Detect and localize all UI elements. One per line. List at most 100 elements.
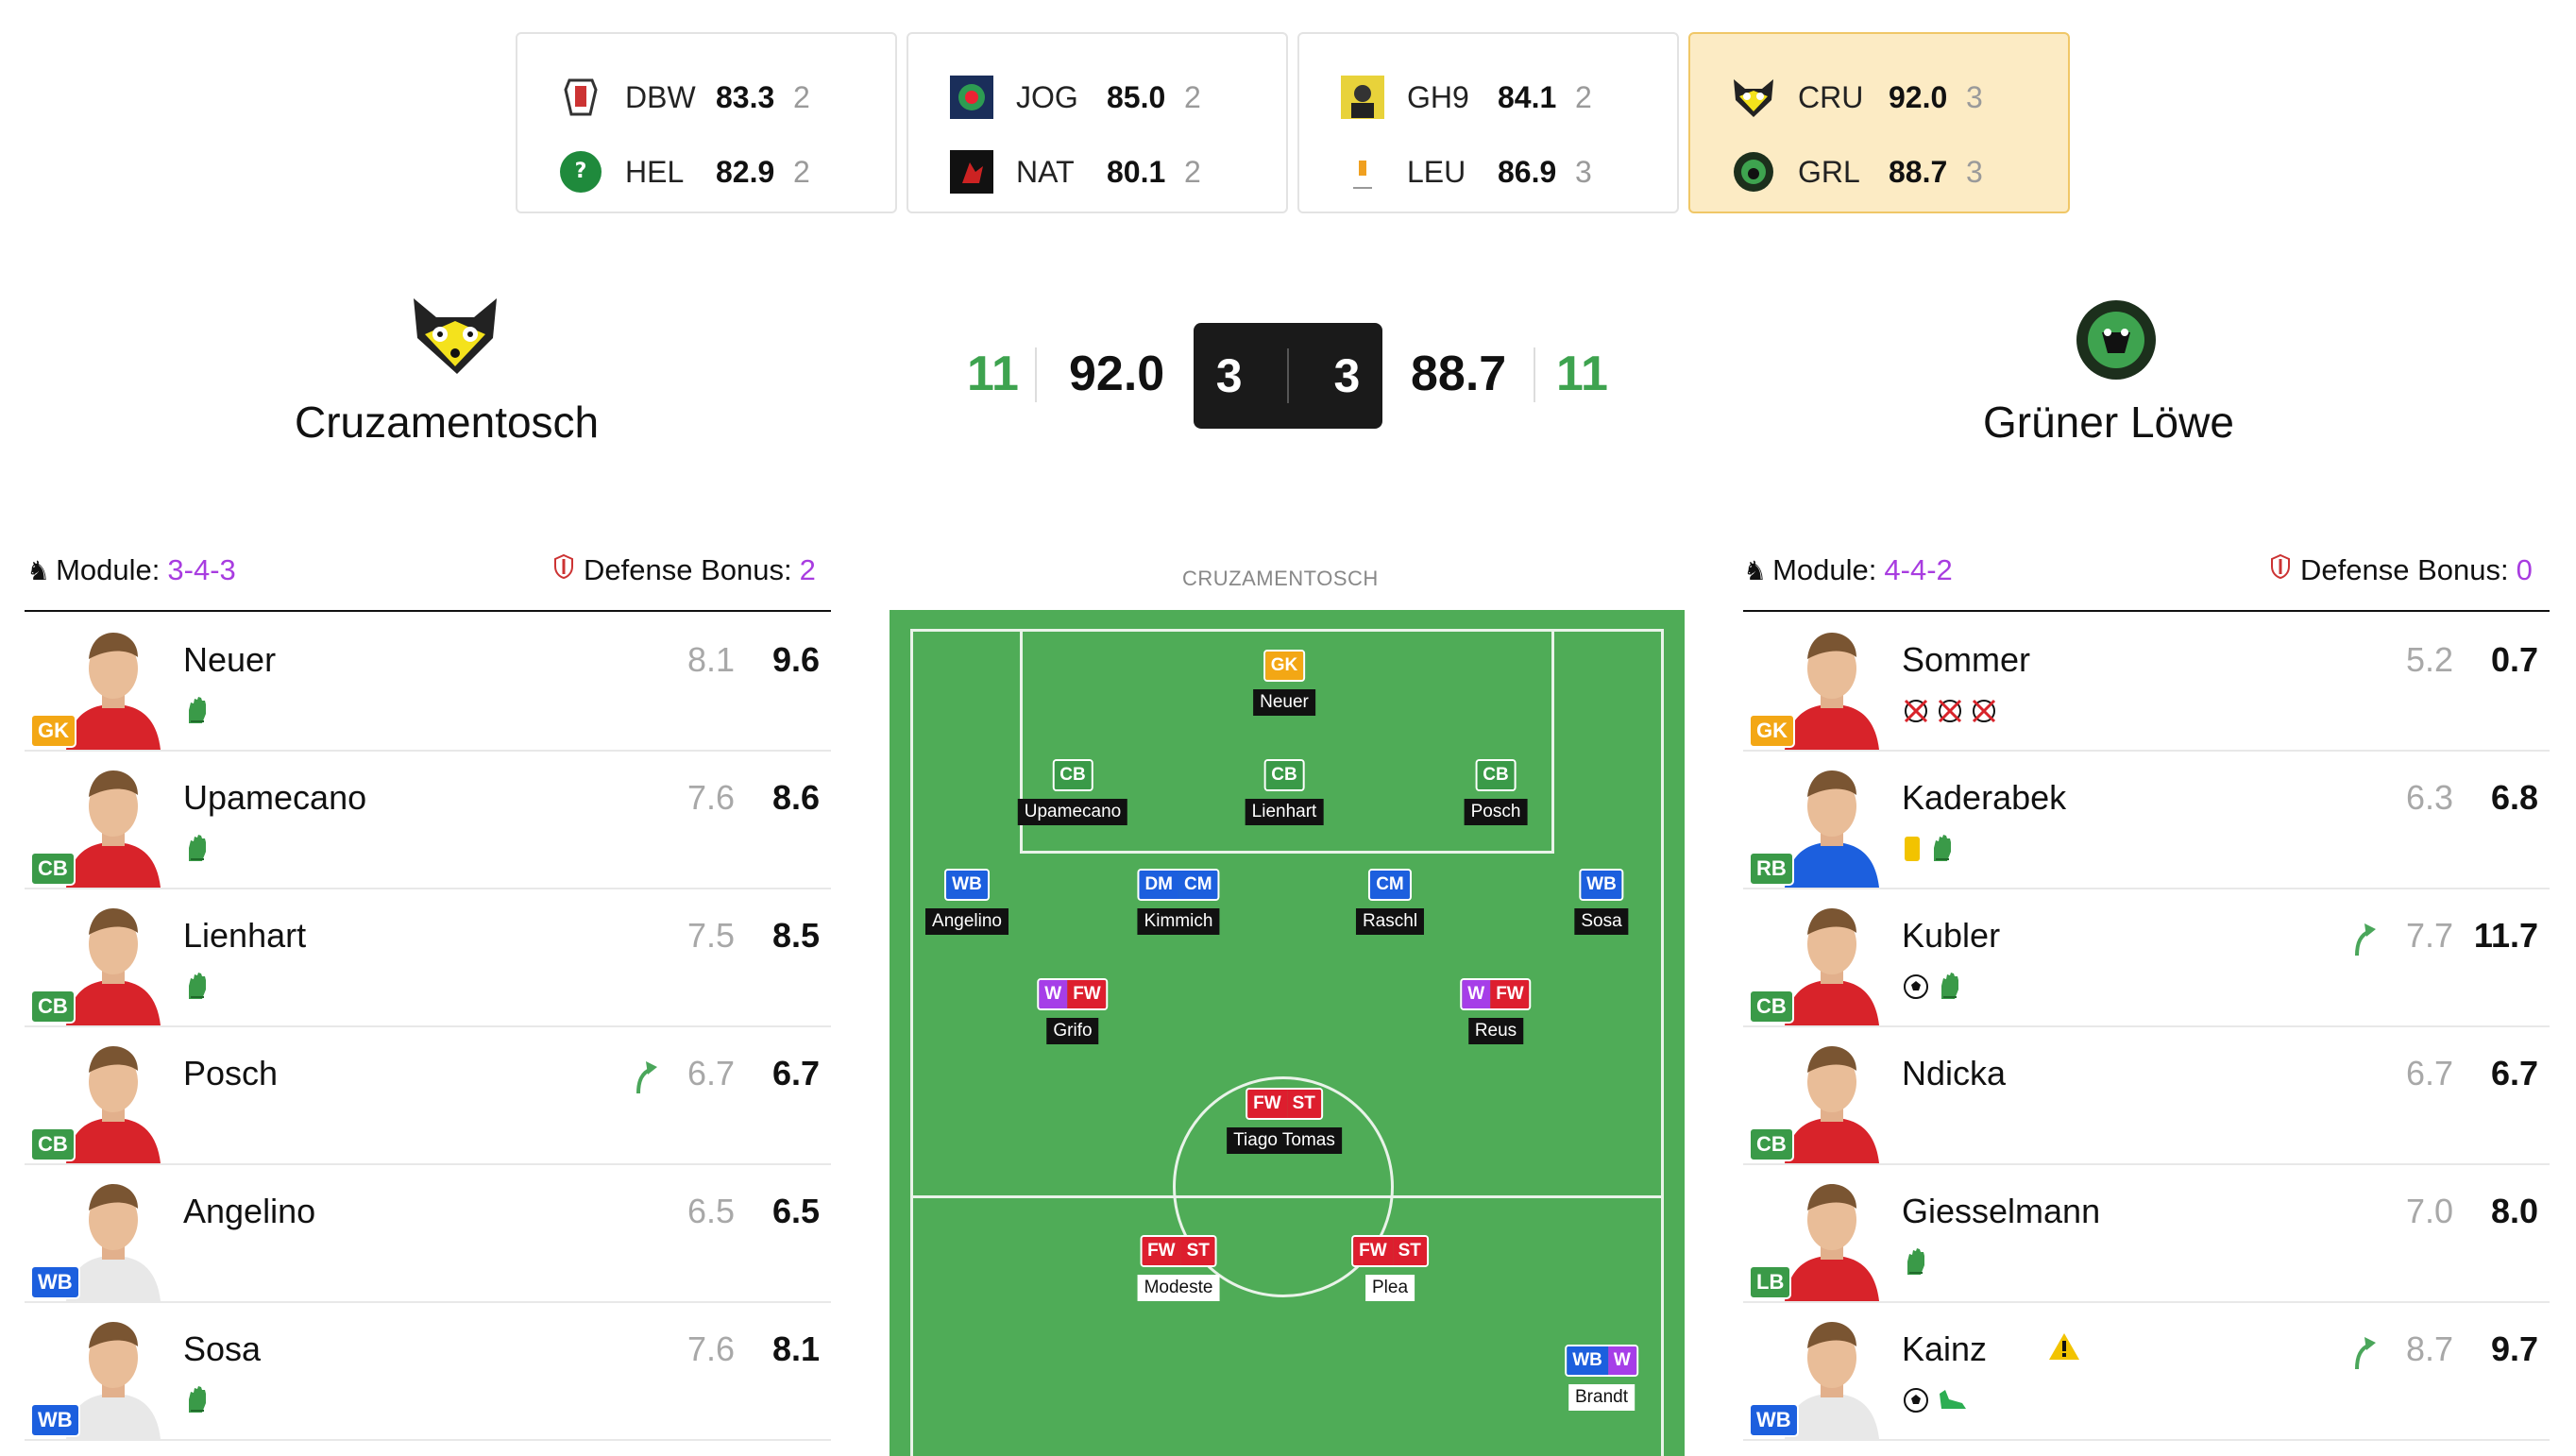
chess-knight-icon: ♞ — [26, 555, 51, 585]
role-tag: FW — [1247, 1090, 1287, 1118]
pitch-player-token[interactable]: WB Sosa — [1574, 869, 1629, 935]
role-tag: FW — [1142, 1237, 1181, 1265]
pitch-player-token[interactable]: GK Neuer — [1253, 650, 1315, 716]
player-vote: 7.7 — [2405, 916, 2453, 955]
pitch-player-token[interactable]: WB Angelino — [925, 869, 1008, 935]
pitch-player-token[interactable]: WB W Brandt — [1565, 1345, 1638, 1411]
role-badge: GK — [30, 714, 76, 748]
player-name: Angelino — [183, 1192, 316, 1230]
player-row[interactable]: CB Lienhart 7.5 8.5 — [25, 889, 831, 1027]
match-card-3-active[interactable]: CRU 92.0 3 GRL 88.7 3 — [1688, 32, 2070, 213]
home-players-count: 11 — [967, 347, 1019, 401]
pitch-player-token[interactable]: FW ST Plea — [1351, 1235, 1429, 1301]
divider — [25, 610, 831, 612]
role-tag: CB — [1265, 761, 1303, 789]
goal-conceded-icon — [1936, 697, 1964, 730]
match-card-2[interactable]: GH9 84.1 2 LEU 86.9 3 — [1297, 32, 1679, 213]
ball-icon — [1902, 973, 1930, 1006]
team-score: 83.3 — [716, 79, 775, 114]
team-score: 80.1 — [1107, 154, 1166, 189]
home-total-score: 92.0 — [1069, 347, 1165, 401]
role-tags: CB — [1263, 759, 1305, 791]
team-score: 82.9 — [716, 154, 775, 189]
away-team-name: Grüner Löwe — [1983, 398, 2234, 447]
player-name: Kubler — [1902, 916, 2001, 955]
player-final-score: 8.0 — [2490, 1192, 2538, 1230]
pitch-player-token[interactable]: CB Upamecano — [1017, 759, 1128, 825]
player-final-score: 8.1 — [771, 1329, 820, 1368]
player-row[interactable]: GK Sommer 5.2 0.7 — [1743, 614, 2550, 752]
pitch-player-token[interactable]: W FW Reus — [1460, 978, 1532, 1044]
team-abbr: NAT — [1016, 154, 1075, 189]
role-tags: GK — [1263, 650, 1306, 682]
role-tag: W — [1462, 980, 1491, 1008]
divider — [1743, 610, 2550, 612]
player-row[interactable]: LB Giesselmann 7.0 8.0 — [1743, 1165, 2550, 1303]
away-total-score: 88.7 — [1411, 347, 1507, 401]
player-event-icons — [1902, 697, 1998, 730]
role-tags: FW ST — [1246, 1088, 1323, 1120]
player-name: Ndicka — [1902, 1054, 2007, 1092]
player-row[interactable]: RB Kaderabek 6.3 6.8 — [1743, 752, 2550, 889]
cru-logo-icon — [1730, 74, 1777, 121]
role-badge: CB — [30, 1127, 76, 1161]
player-name: Neuer — [183, 640, 277, 679]
role-tag: FW — [1067, 980, 1107, 1008]
shield-icon — [553, 553, 574, 587]
ball-icon — [1902, 1386, 1930, 1419]
player-row[interactable]: WB Sosa 7.6 8.1 — [25, 1303, 831, 1441]
pitch-player-token[interactable]: CB Posch — [1464, 759, 1528, 825]
player-vote: 8.1 — [686, 640, 735, 679]
match-card-1[interactable]: JOG 85.0 2 NAT 80.1 2 — [907, 32, 1288, 213]
defense-value: 2 — [799, 553, 816, 586]
pitch-player-name: Lienhart — [1245, 799, 1324, 825]
pitch-player-name: Sosa — [1574, 908, 1629, 935]
glove-icon — [1902, 1248, 1930, 1281]
score-separator — [1286, 348, 1289, 403]
player-row[interactable]: CB Ndicka 6.7 6.7 — [1743, 1027, 2550, 1165]
role-tags: W FW — [1460, 978, 1532, 1010]
svg-text:?: ? — [575, 160, 587, 183]
pitch-player-token[interactable]: FW ST Modeste — [1137, 1235, 1220, 1301]
role-tag: CB — [1054, 761, 1092, 789]
player-final-score: 9.7 — [2490, 1329, 2538, 1368]
player-row[interactable]: CB Kubler 7.7 11.7 — [1743, 889, 2550, 1027]
player-row[interactable]: GK Neuer 8.1 9.6 — [25, 614, 831, 752]
player-row[interactable]: CB Upamecano 7.6 8.6 — [25, 752, 831, 889]
player-row[interactable]: WB Kainz 8.7 9.7 — [1743, 1303, 2550, 1441]
role-badge: LB — [1749, 1265, 1792, 1299]
match-card-0[interactable]: DBW 83.3 2 ? HEL 82.9 2 — [516, 32, 897, 213]
player-vote: 8.7 — [2405, 1329, 2453, 1368]
player-name: Sosa — [183, 1329, 262, 1368]
role-badge: CB — [1749, 1127, 1794, 1161]
role-tag: FW — [1353, 1237, 1393, 1265]
module-value: 3-4-3 — [167, 553, 236, 586]
pitch-player-name: Brandt — [1568, 1384, 1635, 1411]
player-vote: 7.5 — [686, 916, 735, 955]
grl-logo-icon — [1730, 148, 1777, 195]
role-tag: W — [1607, 1346, 1636, 1375]
pitch-player-name: Grifo — [1046, 1018, 1099, 1044]
pitch-player-name: Angelino — [925, 908, 1008, 935]
pitch-player-name: Kimmich — [1137, 908, 1220, 935]
pitch-player-token[interactable]: W FW Grifo — [1037, 978, 1109, 1044]
player-row[interactable]: CB Posch 6.7 6.7 — [25, 1027, 831, 1165]
pitch-player-token[interactable]: CM Raschl — [1355, 869, 1425, 935]
player-vote: 5.2 — [2405, 640, 2453, 679]
pitch-player-token[interactable]: CB Lienhart — [1245, 759, 1324, 825]
formation-pitch: GK Neuer CB Upamecano CB Lienhart CB Posch WB Ang… — [890, 610, 1685, 1456]
glove-icon — [183, 835, 212, 868]
pitch-player-token[interactable]: DM CM Kimmich — [1137, 869, 1220, 935]
module-value: 4-4-2 — [1884, 553, 1953, 586]
player-event-icons — [1902, 1248, 1930, 1281]
goal-conceded-icon — [1970, 697, 1998, 730]
player-row[interactable]: WB Angelino 6.5 6.5 — [25, 1165, 831, 1303]
glove-icon — [183, 697, 212, 730]
team-goals: 2 — [1184, 154, 1201, 189]
role-tags: WB — [944, 869, 990, 901]
shield-icon — [2270, 553, 2291, 587]
pitch-player-token[interactable]: FW ST Tiago Tomas — [1227, 1088, 1342, 1154]
pitch-player-name: Modeste — [1137, 1275, 1220, 1301]
role-tags: FW ST — [1140, 1235, 1217, 1267]
role-tag: CM — [1178, 871, 1218, 899]
